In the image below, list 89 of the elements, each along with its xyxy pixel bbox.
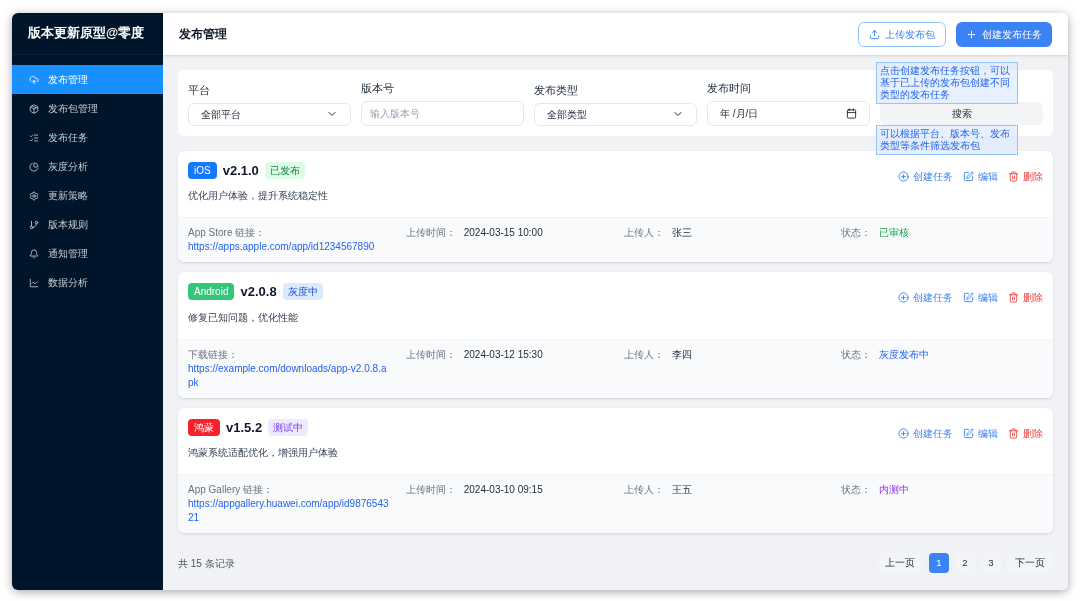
edit-action-link[interactable]: 编辑 bbox=[963, 290, 998, 305]
create-task-button[interactable]: 创建发布任务 bbox=[956, 21, 1052, 47]
version-number: v1.5.2 bbox=[226, 418, 263, 437]
sidebar-item[interactable]: 发布管理 bbox=[12, 65, 163, 94]
download-link[interactable]: https://appgallery.huawei.com/app/id987654321 bbox=[188, 497, 390, 525]
sidebar-item[interactable]: 版本规则 bbox=[12, 210, 163, 239]
field-label: 发布类型 bbox=[534, 83, 579, 98]
branch-icon bbox=[29, 219, 39, 230]
status-value: 已审核 bbox=[879, 226, 910, 240]
select-field[interactable]: 全部平台 bbox=[188, 102, 351, 126]
upload-time: 2024-03-15 10:00 bbox=[463, 226, 543, 240]
status-tag: 已发布 bbox=[264, 161, 305, 179]
field-label: 发布时间 bbox=[707, 81, 752, 96]
edit-action-link[interactable]: 编辑 bbox=[963, 425, 998, 441]
app-title: 版本更新原型@零度 bbox=[28, 24, 145, 43]
plus-circle-icon bbox=[898, 292, 909, 303]
calendar-icon bbox=[846, 107, 857, 119]
cloud-upload-icon bbox=[29, 74, 39, 85]
uploader-name: 张三 bbox=[671, 226, 692, 240]
uploader-name: 王五 bbox=[671, 483, 692, 497]
status-value: 内测中 bbox=[879, 483, 910, 497]
annotation-tooltip: 可以根据平台、版本号、发布类型等条件筛选发布包 bbox=[876, 125, 1018, 155]
page-title: 发布管理 bbox=[179, 26, 227, 43]
status-value: 灰度发布中 bbox=[879, 347, 930, 362]
record-count: 共 15 条记录 bbox=[178, 556, 235, 571]
upload-time: 2024-03-12 15:30 bbox=[463, 347, 543, 362]
uploader-label: 上传人： bbox=[623, 483, 664, 497]
edit-icon bbox=[963, 292, 974, 303]
plus-circle-icon bbox=[898, 170, 909, 182]
sidebar-item[interactable]: 更新策略 bbox=[12, 181, 163, 210]
upload-time-label: 上传时间： bbox=[405, 347, 456, 362]
download-link[interactable]: https://apps.apple.com/app/id1234567890 bbox=[188, 240, 390, 254]
release-description: 修复已知问题，优化性能 bbox=[188, 310, 299, 325]
sidebar-item[interactable]: 发布包管理 bbox=[12, 94, 163, 123]
platform-badge: Android bbox=[188, 283, 235, 301]
trash-icon bbox=[1008, 427, 1019, 439]
sidebar-item[interactable]: 数据分析 bbox=[12, 268, 163, 297]
upload-time-label: 上传时间： bbox=[405, 483, 456, 497]
sidebar-item[interactable]: 灰度分析 bbox=[12, 152, 163, 181]
upload-button[interactable]: 上传发布包 bbox=[858, 21, 946, 47]
status-tag: 测试中 bbox=[268, 418, 309, 436]
link-label: App Store 链接： bbox=[188, 227, 266, 238]
page-button[interactable]: 1 bbox=[929, 553, 949, 573]
uploader-name: 李四 bbox=[671, 347, 692, 362]
uploader-label: 上传人： bbox=[623, 226, 664, 240]
annotation-tooltip: 点击创建发布任务按钮，可以基于已上传的发布包创建不同类型的发布任务 bbox=[876, 62, 1018, 104]
edit-icon bbox=[963, 170, 974, 182]
version-input[interactable]: 输入版本号 bbox=[361, 100, 524, 126]
sidebar-item[interactable]: 通知管理 bbox=[12, 239, 163, 268]
plus-icon bbox=[966, 28, 977, 40]
platform-badge: 鸿蒙 bbox=[188, 418, 220, 436]
version-number: v2.1.0 bbox=[222, 161, 259, 180]
upload-icon bbox=[869, 28, 880, 40]
link-label: 下载链接： bbox=[188, 348, 238, 360]
status-tag: 灰度中 bbox=[282, 283, 323, 301]
field-label: 版本号 bbox=[361, 81, 395, 96]
create-action-link[interactable]: 创建任务 bbox=[898, 168, 953, 184]
status-label: 状态： bbox=[841, 226, 872, 240]
field-label: 平台 bbox=[188, 83, 211, 98]
trash-icon bbox=[1008, 292, 1019, 303]
delete-action-link[interactable]: 删除 bbox=[1008, 425, 1043, 441]
platform-badge: iOS bbox=[188, 161, 217, 179]
delete-action-link[interactable]: 删除 bbox=[1008, 290, 1043, 305]
date-field[interactable]: 年 /月/日 bbox=[707, 100, 870, 126]
bell-icon bbox=[29, 248, 39, 259]
create-action-link[interactable]: 创建任务 bbox=[898, 425, 953, 441]
package-icon bbox=[29, 103, 39, 114]
line-chart-icon bbox=[29, 277, 39, 288]
list-icon bbox=[29, 132, 39, 143]
status-label: 状态： bbox=[841, 347, 872, 362]
link-label: App Gallery 链接： bbox=[188, 484, 274, 495]
sidebar-item[interactable]: 发布任务 bbox=[12, 123, 163, 152]
release-description: 优化用户体验，提升系统稳定性 bbox=[188, 189, 328, 203]
create-action-link[interactable]: 创建任务 bbox=[898, 290, 953, 305]
plus-circle-icon bbox=[898, 427, 909, 439]
settings-icon bbox=[29, 190, 39, 201]
pie-chart-icon bbox=[29, 161, 39, 172]
trash-icon bbox=[1008, 170, 1019, 182]
download-link[interactable]: https://example.com/downloads/app-v2.0.8.apk bbox=[188, 361, 390, 390]
upload-time-label: 上传时间： bbox=[405, 226, 456, 240]
version-number: v2.0.8 bbox=[240, 283, 277, 301]
uploader-label: 上传人： bbox=[623, 347, 664, 362]
edit-action-link[interactable]: 编辑 bbox=[963, 168, 998, 184]
edit-icon bbox=[963, 427, 974, 439]
upload-time: 2024-03-10 09:15 bbox=[463, 483, 543, 497]
select-field[interactable]: 全部类型 bbox=[534, 102, 697, 126]
release-description: 鸿蒙系统适配优化，增强用户体验 bbox=[188, 446, 338, 460]
delete-action-link[interactable]: 删除 bbox=[1008, 168, 1043, 184]
status-label: 状态： bbox=[841, 483, 872, 497]
